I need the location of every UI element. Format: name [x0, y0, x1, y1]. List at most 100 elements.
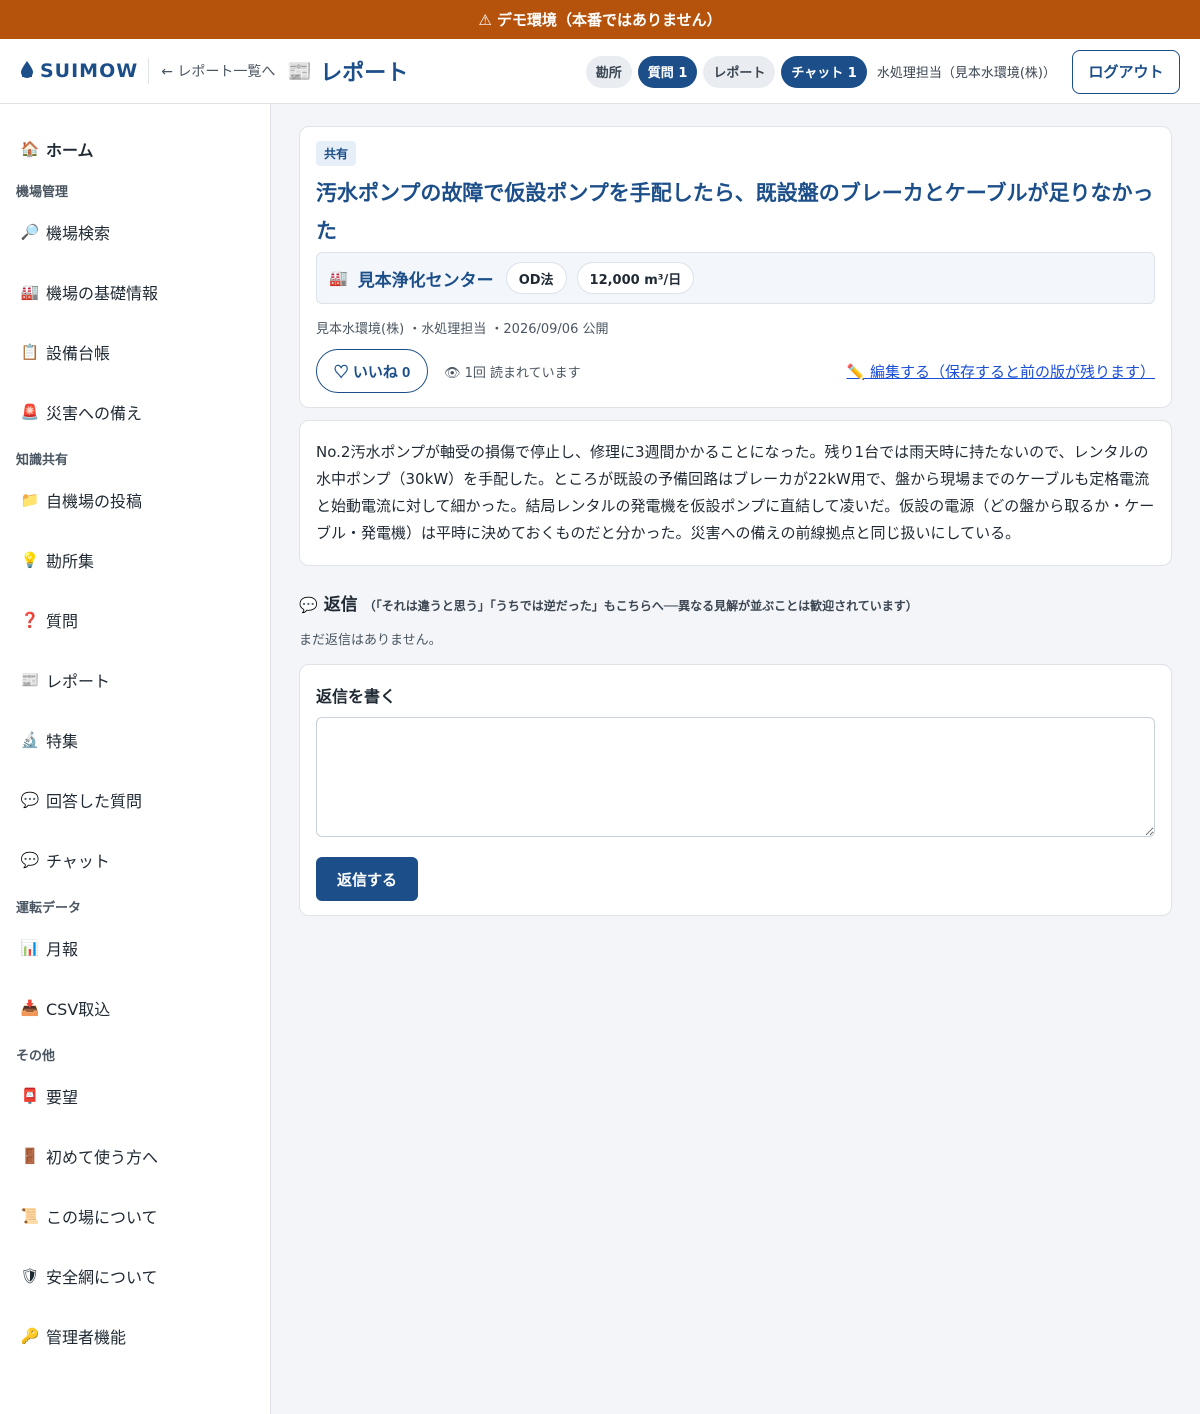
- sidebar-item-label: レポート: [46, 672, 111, 691]
- sidebar-item-label: CSV取込: [46, 1000, 111, 1019]
- sidebar-item-questions[interactable]: ❓ 質問: [0, 590, 270, 650]
- visibility-tag: 共有: [316, 141, 357, 166]
- reply-form-card: 返信を書く 返信する: [299, 664, 1172, 916]
- sidebar: 🏠 ホーム 機場管理 🔎 機場検索 🏭 機場の基礎情報 📋 設備台帳 🚨 災害への備え …: [0, 104, 271, 1414]
- plant-name-link[interactable]: 見本浄化センター: [358, 266, 494, 291]
- pill-questions[interactable]: 質問 1: [637, 55, 698, 88]
- sidebar-item-plant-search[interactable]: 🔎 機場検索: [0, 202, 270, 262]
- sidebar-item-monthly-report[interactable]: 📊 月報: [0, 918, 270, 978]
- sidebar-item-reports[interactable]: 📰 レポート: [0, 650, 270, 710]
- sidebar-item-plant-basic-info[interactable]: 🏭 機場の基礎情報: [0, 262, 270, 322]
- sidebar-section-title: その他: [16, 1049, 56, 1064]
- sidebar-item-label: 管理者機能: [46, 1328, 127, 1347]
- reply-textarea[interactable]: [316, 717, 1155, 837]
- lightbulb-icon: 💡: [20, 551, 40, 569]
- pill-kandokoro[interactable]: 勘所: [585, 55, 632, 88]
- clipboard-icon: 📋: [20, 343, 40, 361]
- replies-note: （「それは違うと思う」「うちでは逆だった」もこちらへ──異なる見解が並ぶことは歓…: [363, 599, 918, 613]
- sidebar-item-label: ホーム: [46, 141, 94, 160]
- sidebar-item-label: 自機場の投稿: [46, 492, 143, 511]
- sidebar-item-label: 回答した質問: [46, 792, 143, 811]
- view-count: 👁 1回 読まれています: [444, 365, 581, 381]
- sidebar-item-label: 機場の基礎情報: [46, 284, 159, 303]
- microscope-icon: 🔬: [20, 731, 40, 749]
- app-logo[interactable]: SUIMOW: [20, 58, 150, 84]
- sidebar-item-admin[interactable]: 🔑 管理者機能: [0, 1306, 270, 1366]
- sidebar-item-label: 初めて使う方へ: [46, 1148, 159, 1167]
- report-header-card: 共有 汚水ポンプの故障で仮設ポンプを手配したら、既設盤のブレーカとケーブルが足り…: [299, 126, 1172, 408]
- report-meta: 見本水環境(株) ・水処理担当 ・2026/09/06 公開: [316, 322, 609, 337]
- newspaper-icon: 📰: [20, 671, 40, 689]
- scroll-icon: 📜: [20, 1207, 40, 1225]
- report-body-card: No.2汚水ポンプが軸受の損傷で停止し、修理に3週間かかることになった。残り1台…: [299, 420, 1172, 566]
- treatment-method-chip: OD法: [505, 262, 567, 294]
- like-button[interactable]: ♡ いいね 0: [316, 349, 428, 393]
- newspaper-icon: 📰: [287, 59, 313, 83]
- house-icon: 🏠: [20, 140, 40, 158]
- sidebar-item-chat[interactable]: 💬 チャット: [0, 830, 270, 890]
- magnifier-icon: 🔎: [20, 223, 40, 241]
- bar-chart-icon: 📊: [20, 939, 40, 957]
- speech-bubble-icon: 💬: [299, 596, 318, 614]
- plant-info-box: 🏭 見本浄化センター OD法 12,000 m³/日: [316, 252, 1155, 304]
- pill-reports[interactable]: レポート: [703, 55, 776, 88]
- sidebar-item-label: 質問: [46, 612, 79, 631]
- sidebar-item-label: 設備台帳: [46, 344, 111, 363]
- back-to-report-list-link[interactable]: ← レポート一覧へ: [161, 61, 275, 81]
- sidebar-item-home[interactable]: 🏠 ホーム: [0, 124, 270, 174]
- demo-banner-text: ⚠ デモ環境（本番ではありません）: [478, 11, 722, 29]
- door-icon: 🚪: [20, 1147, 40, 1165]
- factory-icon: 🏭: [329, 269, 348, 287]
- submit-reply-button[interactable]: 返信する: [316, 857, 418, 901]
- header-right: 勘所 質問 1 レポート チャット 1 水処理担当（見本水環境(株)） ログアウ…: [585, 39, 1180, 104]
- sidebar-item-features[interactable]: 🔬 特集: [0, 710, 270, 770]
- pill-chat[interactable]: チャット 1: [781, 55, 867, 88]
- inbox-tray-icon: 📥: [20, 999, 40, 1017]
- sidebar-item-safety-net[interactable]: 🛡 安全網について: [0, 1246, 270, 1306]
- sidebar-item-label: 要望: [46, 1088, 79, 1107]
- app-name: SUIMOW: [40, 60, 139, 82]
- speech-bubble-icon: 💬: [20, 791, 40, 809]
- sidebar-item-label: 機場検索: [46, 224, 111, 243]
- sidebar-item-label: 安全網について: [46, 1268, 158, 1287]
- sidebar-item-csv-import[interactable]: 📥 CSV取込: [0, 978, 270, 1038]
- sidebar-item-label: 勘所集: [46, 552, 95, 571]
- shield-icon: 🛡: [20, 1267, 40, 1285]
- replies-heading: 💬 返信 （「それは違うと思う」「うちでは逆だった」もこちらへ──異なる見解が並…: [299, 590, 1172, 615]
- no-replies-message: まだ返信はありません。: [299, 633, 442, 648]
- sidebar-section-title: 運転データ: [16, 901, 82, 916]
- sidebar-item-label: この場について: [46, 1208, 158, 1227]
- sidebar-section-title: 機場管理: [16, 185, 69, 200]
- sidebar-item-about[interactable]: 📜 この場について: [0, 1186, 270, 1246]
- demo-environment-banner: ⚠ デモ環境（本番ではありません）: [0, 0, 1200, 39]
- sidebar-item-label: 特集: [46, 732, 79, 751]
- water-drop-icon: [20, 60, 34, 82]
- report-title: 汚水ポンプの故障で仮設ポンプを手配したら、既設盤のブレーカとケーブルが足りなかっ…: [316, 181, 1154, 243]
- question-mark-icon: ❓: [20, 611, 40, 629]
- sidebar-item-label: チャット: [46, 852, 110, 871]
- sidebar-item-answered-questions[interactable]: 💬 回答した質問: [0, 770, 270, 830]
- sidebar-item-kandokoro[interactable]: 💡 勘所集: [0, 530, 270, 590]
- report-body-text: No.2汚水ポンプが軸受の損傷で停止し、修理に3週間かかることになった。残り1台…: [316, 443, 1155, 542]
- siren-icon: 🚨: [20, 403, 40, 421]
- sidebar-section-title: 知識共有: [16, 453, 69, 468]
- reply-form-label: 返信を書く: [316, 687, 397, 706]
- edit-report-link[interactable]: ✏️ 編集する（保存すると前の版が残ります）: [847, 361, 1155, 382]
- postbox-icon: 📮: [20, 1087, 40, 1105]
- speech-bubble-icon: 💬: [20, 851, 40, 869]
- sidebar-item-requests[interactable]: 📮 要望: [0, 1066, 270, 1126]
- replies-title: 返信: [323, 595, 358, 615]
- sidebar-item-equipment-ledger[interactable]: 📋 設備台帳: [0, 322, 270, 382]
- report-actions: ♡ いいね 0 👁 1回 読まれています ✏️ 編集する（保存すると前の版が残り…: [316, 349, 1155, 393]
- page-title-text: レポート: [320, 61, 409, 86]
- logout-button[interactable]: ログアウト: [1072, 49, 1180, 94]
- sidebar-item-own-posts[interactable]: 📁 自機場の投稿: [0, 470, 270, 530]
- factory-icon: 🏭: [20, 283, 40, 301]
- capacity-chip: 12,000 m³/日: [576, 262, 695, 294]
- main-content: 共有 汚水ポンプの故障で仮設ポンプを手配したら、既設盤のブレーカとケーブルが足り…: [271, 104, 1200, 1414]
- sidebar-item-disaster-prep[interactable]: 🚨 災害への備え: [0, 382, 270, 442]
- key-icon: 🔑: [20, 1327, 40, 1345]
- current-user-label: 水処理担当（見本水環境(株)）: [876, 66, 1056, 81]
- top-header: SUIMOW ← レポート一覧へ 📰 レポート 勘所 質問 1 レポート チャッ…: [0, 39, 1200, 104]
- sidebar-item-getting-started[interactable]: 🚪 初めて使う方へ: [0, 1126, 270, 1186]
